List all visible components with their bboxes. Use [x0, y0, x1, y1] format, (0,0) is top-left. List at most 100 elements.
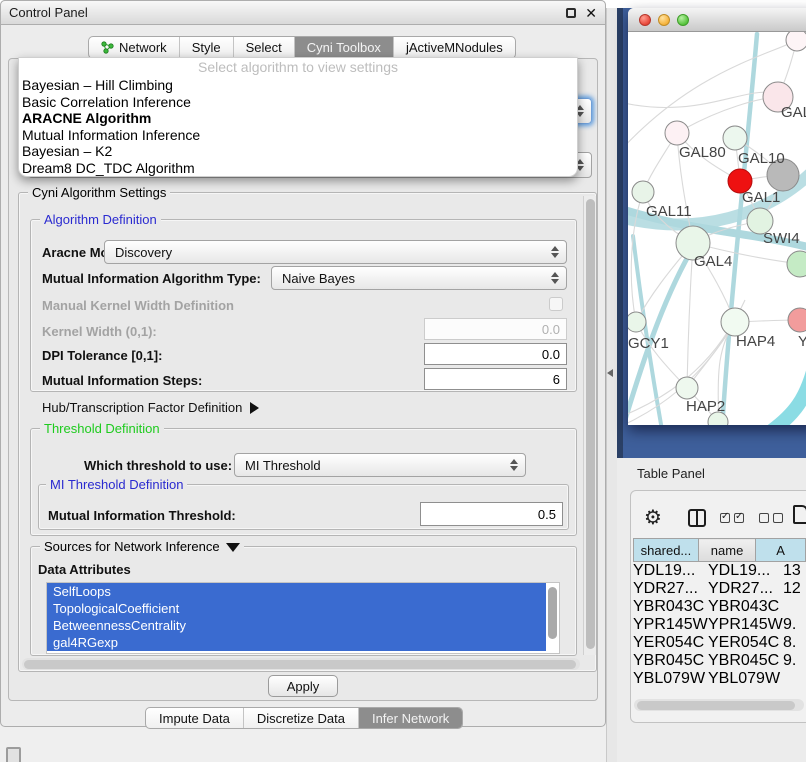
table-horizontal-thumb[interactable]: [637, 701, 795, 710]
dropdown-item[interactable]: Mutual Information Inference: [19, 127, 577, 144]
attribute-item-selected[interactable]: SelfLoops: [47, 583, 546, 600]
column-header-partial[interactable]: A: [756, 539, 806, 562]
tab-cyni-toolbox[interactable]: Cyni Toolbox: [294, 37, 393, 58]
panel-splitter[interactable]: [606, 8, 617, 762]
zoom-traffic-light-icon[interactable]: [677, 14, 689, 26]
cell-value[interactable]: 9.: [783, 688, 806, 689]
deselect-all-icon[interactable]: [759, 513, 783, 523]
mi-threshold-field[interactable]: 0.5: [420, 502, 563, 526]
node-hap2[interactable]: [676, 377, 698, 399]
close-window-icon[interactable]: ✕: [585, 8, 597, 18]
cell-name[interactable]: YPR145W: [708, 616, 783, 634]
import-table-icon[interactable]: [793, 505, 806, 524]
split-columns-icon[interactable]: [688, 509, 706, 527]
node[interactable]: [786, 32, 806, 51]
attribute-item-selected[interactable]: TopologicalCoefficient: [47, 600, 546, 617]
attributes-scrollbar[interactable]: [548, 587, 557, 639]
aracne-mode-combo[interactable]: Discovery: [104, 240, 567, 264]
tab-infer-network[interactable]: Infer Network: [358, 708, 462, 728]
node-table-body[interactable]: YDL19... YDL19... 13 YDR27... YDR27... 1…: [633, 562, 806, 689]
float-window-icon[interactable]: [566, 8, 576, 18]
settings-vertical-thumb[interactable]: [586, 199, 595, 649]
tab-network[interactable]: Network: [89, 37, 179, 58]
cell-value[interactable]: 9.: [783, 616, 806, 634]
node-gcy1[interactable]: [628, 312, 646, 332]
column-header-name[interactable]: name: [698, 539, 755, 562]
mi-type-combo[interactable]: Naive Bayes: [271, 266, 567, 290]
node-label: GAL11: [646, 203, 692, 220]
tab-jactivemnodules[interactable]: jActiveMNodules: [393, 37, 515, 58]
tab-discretize-data[interactable]: Discretize Data: [243, 708, 358, 728]
cell-value[interactable]: 13: [783, 562, 806, 580]
select-all-icon[interactable]: [720, 513, 744, 523]
cell-shared-name[interactable]: YBR045C: [633, 652, 708, 670]
column-header-shared-name[interactable]: shared...: [634, 539, 699, 562]
collapsed-panel-icon[interactable]: [6, 747, 21, 762]
table-row[interactable]: YBL079W YBL079W: [633, 670, 806, 688]
table-row[interactable]: YBR043C YBR043C: [633, 598, 806, 616]
table-row[interactable]: YBR045C YBR045C 9.: [633, 652, 806, 670]
settings-vertical-scrollbar[interactable]: [583, 196, 596, 655]
dpi-tolerance-field[interactable]: 0.0: [424, 343, 567, 365]
node-green[interactable]: [787, 251, 806, 277]
dropdown-item-current[interactable]: ARACNE Algorithm: [19, 110, 577, 127]
node-gal80[interactable]: [665, 121, 689, 145]
network-window-titlebar[interactable]: [628, 8, 806, 32]
close-traffic-light-icon[interactable]: [639, 14, 651, 26]
cell-value[interactable]: 12: [783, 580, 806, 598]
cell-value[interactable]: 9.: [783, 652, 806, 670]
network-canvas[interactable]: GAL GAL80 GAL10 GAL1 GAL11 SWI4 GAL4 GCY…: [628, 32, 806, 425]
hub-definition-label: Hub/Transcription Factor Definition: [42, 400, 242, 415]
which-threshold-combo[interactable]: MI Threshold: [234, 453, 526, 477]
cell-shared-name[interactable]: YLR345W: [633, 688, 708, 689]
attribute-item-selected[interactable]: gal4RGexp: [47, 634, 546, 651]
dropdown-item[interactable]: Dream8 DC_TDC Algorithm: [19, 160, 577, 177]
cell-shared-name[interactable]: YDL19...: [633, 562, 708, 580]
apply-button[interactable]: Apply: [268, 675, 338, 697]
table-horizontal-scrollbar[interactable]: [634, 699, 804, 711]
settings-horizontal-thumb[interactable]: [24, 660, 576, 669]
cell-shared-name[interactable]: YBR043C: [633, 598, 708, 616]
manual-kernel-checkbox[interactable]: [549, 297, 563, 311]
kernel-width-field[interactable]: 0.0: [424, 318, 567, 340]
table-row[interactable]: YDR27... YDR27... 12: [633, 580, 806, 598]
cell-value[interactable]: [783, 598, 806, 616]
cell-name[interactable]: YDR27...: [708, 580, 783, 598]
cell-shared-name[interactable]: YER054C: [633, 634, 708, 652]
dropdown-item[interactable]: Basic Correlation Inference: [19, 94, 577, 111]
node-gal10[interactable]: [723, 126, 747, 150]
node-salmon[interactable]: [788, 308, 806, 332]
cell-name[interactable]: YBL079W: [708, 670, 783, 688]
splitter-collapse-icon[interactable]: [607, 369, 613, 377]
mi-type-value: Naive Bayes: [282, 271, 355, 286]
cell-name[interactable]: YBR043C: [708, 598, 783, 616]
node-gal11[interactable]: [632, 181, 654, 203]
cell-value[interactable]: [783, 670, 806, 688]
attribute-item-selected[interactable]: BetweennessCentrality: [47, 617, 546, 634]
cell-shared-name[interactable]: YBL079W: [633, 670, 708, 688]
tab-impute-data[interactable]: Impute Data: [146, 708, 243, 728]
mi-steps-field[interactable]: 6: [424, 368, 567, 390]
dropdown-item[interactable]: Bayesian – Hill Climbing: [19, 77, 577, 94]
minimize-traffic-light-icon[interactable]: [658, 14, 670, 26]
table-row[interactable]: YLR345W YLR345W 9.: [633, 688, 806, 689]
cell-name[interactable]: YBR045C: [708, 652, 783, 670]
tab-select[interactable]: Select: [233, 37, 294, 58]
table-row[interactable]: YPR145W YPR145W 9.: [633, 616, 806, 634]
cell-shared-name[interactable]: YPR145W: [633, 616, 708, 634]
dropdown-item[interactable]: Bayesian – K2: [19, 143, 577, 160]
table-row[interactable]: YER054C YER054C 8.: [633, 634, 806, 652]
node-hap4[interactable]: [721, 308, 749, 336]
table-row[interactable]: YDL19... YDL19... 13: [633, 562, 806, 580]
tab-style[interactable]: Style: [179, 37, 233, 58]
table-settings-gear-icon[interactable]: ⚙: [644, 505, 662, 529]
collapsed-arrow-icon: [250, 402, 259, 414]
cell-name[interactable]: YER054C: [708, 634, 783, 652]
cell-value[interactable]: 8.: [783, 634, 806, 652]
cell-name[interactable]: YDL19...: [708, 562, 783, 580]
cell-shared-name[interactable]: YDR27...: [633, 580, 708, 598]
settings-horizontal-scrollbar[interactable]: [22, 658, 580, 670]
sources-legend[interactable]: Sources for Network Inference: [40, 539, 244, 554]
hub-definition-toggle[interactable]: Hub/Transcription Factor Definition: [42, 400, 259, 415]
cell-name[interactable]: YLR345W: [708, 688, 783, 689]
